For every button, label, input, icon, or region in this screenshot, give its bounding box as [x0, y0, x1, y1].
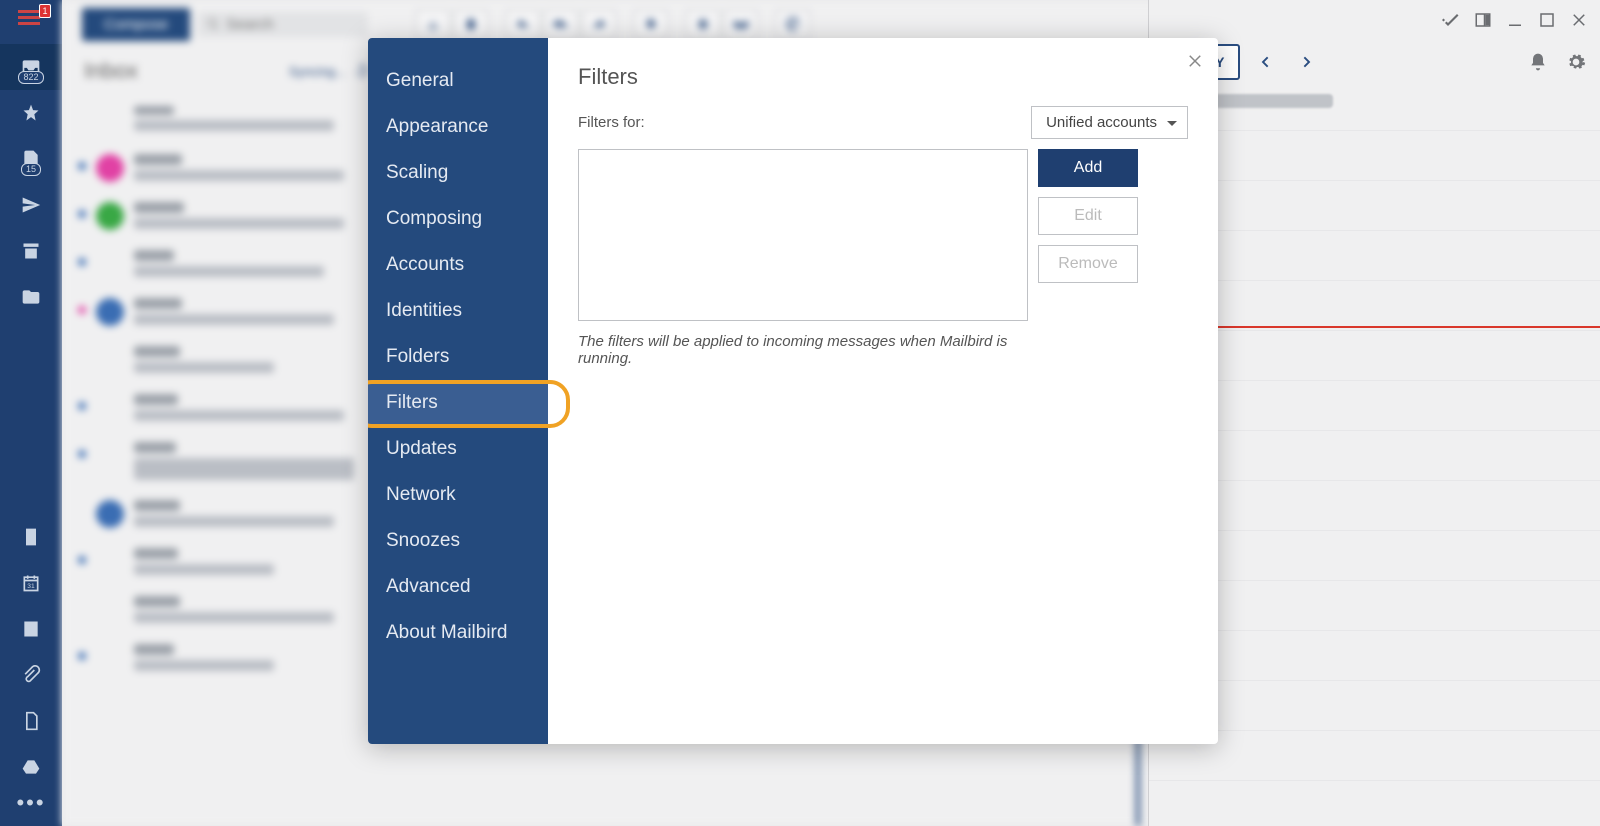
filters-listbox[interactable]	[578, 149, 1028, 321]
nav-scaling[interactable]: Scaling	[368, 150, 548, 196]
svg-text:31: 31	[27, 583, 35, 590]
search-input[interactable]: Search	[198, 12, 368, 37]
nav-accounts[interactable]: Accounts	[368, 242, 548, 288]
app-drive-icon[interactable]	[0, 744, 62, 790]
app-contacts-icon[interactable]	[0, 606, 62, 652]
close-dialog-icon[interactable]	[1186, 52, 1204, 75]
edit-button[interactable]: Edit	[1038, 197, 1138, 235]
calendar-prev-icon[interactable]	[1248, 44, 1282, 80]
calendar-next-icon[interactable]	[1290, 44, 1324, 80]
nav-composing[interactable]: Composing	[368, 196, 548, 242]
app-attachments-icon[interactable]	[0, 652, 62, 698]
nav-updates[interactable]: Updates	[368, 426, 548, 472]
toolbar-snooze-icon[interactable]	[634, 10, 668, 38]
nav-identities[interactable]: Identities	[368, 288, 548, 334]
filters-note: The filters will be applied to incoming …	[578, 333, 1028, 367]
toolbar-forward-icon[interactable]	[582, 10, 616, 38]
nav-network[interactable]: Network	[368, 472, 548, 518]
app-notes-icon[interactable]	[0, 514, 62, 560]
nav-starred[interactable]	[0, 90, 62, 136]
toolbar-markread-icon[interactable]	[724, 10, 758, 38]
account-selected: Unified accounts	[1046, 114, 1157, 131]
more-apps-icon[interactable]: •••	[16, 790, 45, 826]
nav-archive[interactable]	[0, 228, 62, 274]
filters-for-label: Filters for:	[578, 114, 645, 131]
nav-general[interactable]: General	[368, 58, 548, 104]
app-sidebar: 1 822 15 31 •••	[0, 0, 62, 826]
app-files-icon[interactable]	[0, 698, 62, 744]
add-button[interactable]: Add	[1038, 149, 1138, 187]
titlebar-panel-icon[interactable]	[1474, 11, 1492, 29]
nav-sent[interactable]	[0, 182, 62, 228]
window-minimize-icon[interactable]	[1506, 11, 1524, 29]
drafts-count: 15	[21, 163, 41, 176]
nav-drafts[interactable]: 15	[0, 136, 62, 182]
settings-gear-icon[interactable]	[1566, 52, 1586, 72]
settings-dialog: General Appearance Scaling Composing Acc…	[368, 38, 1218, 744]
toolbar-star-icon[interactable]	[686, 10, 720, 38]
titlebar-check-icon[interactable]	[1442, 11, 1460, 29]
toolbar-trash-icon[interactable]	[454, 10, 488, 38]
settings-nav: General Appearance Scaling Composing Acc…	[368, 38, 548, 744]
app-calendar-icon[interactable]: 31	[0, 560, 62, 606]
toolbar-reply-icon[interactable]	[506, 10, 540, 38]
nav-filters-label: Filters	[386, 392, 438, 413]
settings-content: Filters Filters for: Unified accounts Ad…	[548, 38, 1218, 744]
message-list	[62, 94, 382, 684]
nav-inbox[interactable]: 822	[0, 44, 62, 90]
toolbar-replyall-icon[interactable]	[544, 10, 578, 38]
toolbar-block-icon[interactable]	[776, 10, 810, 38]
nav-advanced[interactable]: Advanced	[368, 564, 548, 610]
nav-folders[interactable]: Folders	[368, 334, 548, 380]
nav-about[interactable]: About Mailbird	[368, 610, 548, 656]
window-close-icon[interactable]	[1570, 11, 1588, 29]
filters-title: Filters	[578, 64, 1188, 90]
menu-badge: 1	[39, 4, 51, 18]
nav-appearance[interactable]: Appearance	[368, 104, 548, 150]
nav-folders[interactable]	[0, 274, 62, 320]
remove-button[interactable]: Remove	[1038, 245, 1138, 283]
compose-button[interactable]: Compose	[82, 8, 190, 41]
nav-snoozes[interactable]: Snoozes	[368, 518, 548, 564]
hamburger-menu-icon[interactable]: 1	[15, 6, 47, 30]
nav-filters[interactable]: Filters	[368, 380, 548, 426]
window-maximize-icon[interactable]	[1538, 11, 1556, 29]
syncing-label: Syncing...	[289, 64, 346, 79]
inbox-count: 822	[18, 71, 43, 84]
search-placeholder: Search	[226, 16, 274, 33]
inbox-title: Inbox	[84, 58, 138, 84]
toolbar-download-icon[interactable]	[416, 10, 450, 38]
account-dropdown[interactable]: Unified accounts	[1031, 106, 1188, 139]
notifications-icon[interactable]	[1528, 52, 1548, 72]
